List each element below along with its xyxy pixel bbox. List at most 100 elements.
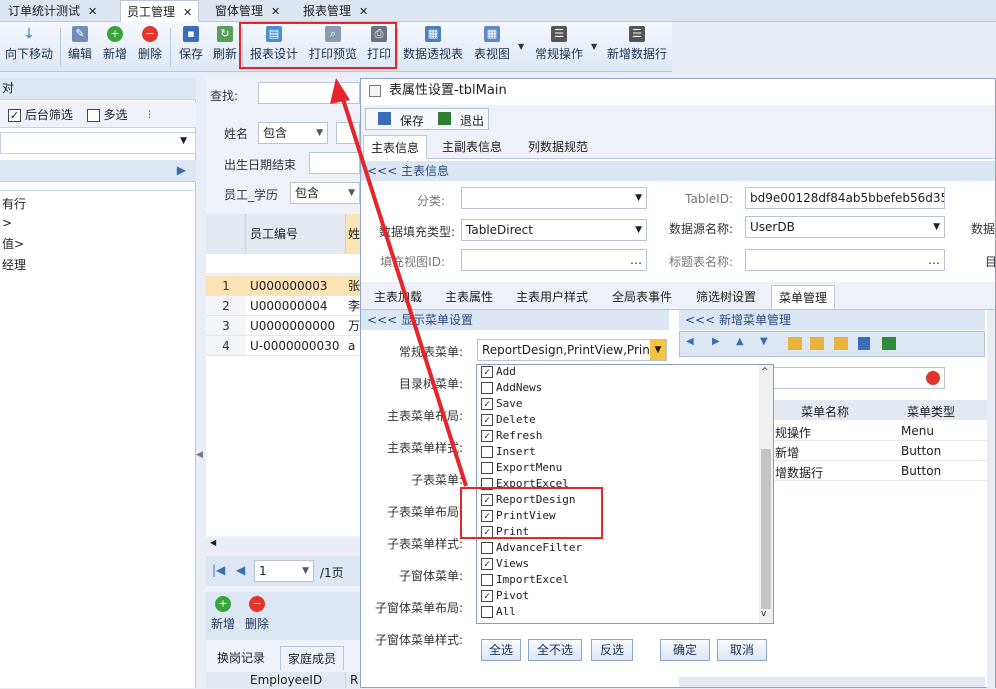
select-all-button[interactable]: 全选 xyxy=(481,639,521,661)
ellipsis-icon[interactable]: … xyxy=(928,250,940,270)
clear-icon[interactable] xyxy=(926,371,940,385)
item-checkbox[interactable]: ✓ xyxy=(481,414,493,426)
detail-delete-button[interactable]: − 删除 xyxy=(242,596,272,638)
column-header-employeeid[interactable]: EmployeeID xyxy=(246,672,346,688)
ellipsis-icon[interactable]: … xyxy=(630,250,642,270)
row-number[interactable]: 2 xyxy=(206,296,246,316)
tab-transfer-record[interactable]: 换岗记录 xyxy=(210,646,272,670)
list-item[interactable]: ImportExcel xyxy=(481,572,569,588)
move-up-icon[interactable]: ▲ xyxy=(736,336,744,347)
tab-report-management[interactable]: 报表管理 ✕ xyxy=(297,0,374,22)
detail-add-button[interactable]: + 新增 xyxy=(208,596,238,638)
item-checkbox[interactable]: ✓ xyxy=(481,590,493,602)
title-table-field[interactable]: … xyxy=(745,249,945,271)
invert-selection-button[interactable]: 反选 xyxy=(591,639,633,661)
refresh-button[interactable]: ↻ 刷新 xyxy=(211,26,239,68)
list-item[interactable]: ✓ Views xyxy=(481,556,529,572)
first-page-icon[interactable]: |◀ xyxy=(212,563,225,577)
item-checkbox[interactable] xyxy=(481,382,493,394)
horizontal-scrollbar[interactable]: ◀ xyxy=(206,538,360,552)
list-item[interactable]: ✓ Delete xyxy=(481,412,536,428)
tab-main-user-style[interactable]: 主表用户样式 xyxy=(509,285,595,309)
table-row[interactable]: 增数据行 Button xyxy=(771,461,995,481)
chevron-down-icon[interactable]: ▼ xyxy=(650,340,666,360)
tab-form-management[interactable]: 窗体管理 ✕ xyxy=(209,0,286,22)
edit-button[interactable]: ✎ 编辑 xyxy=(66,26,94,68)
list-item[interactable]: Insert xyxy=(481,444,536,460)
list-scrollbar[interactable]: ^ v xyxy=(759,365,773,623)
folder-tree-icon[interactable] xyxy=(810,337,824,350)
item-checkbox[interactable]: ✓ xyxy=(481,430,493,442)
tableid-field[interactable]: bd9e00128df84ab5bbefeb56d358 xyxy=(745,187,945,209)
move-down-button[interactable]: ↓ 向下移动 xyxy=(4,26,54,68)
item-checkbox[interactable]: ✓ xyxy=(481,558,493,570)
list-item[interactable]: ✓ Add xyxy=(481,364,516,380)
page-number-select[interactable]: 1 ▼ xyxy=(254,560,314,582)
tab-order-stats[interactable]: 订单统计测试 ✕ xyxy=(2,0,103,22)
add-data-row-button[interactable]: ☰ 新增数据行 xyxy=(606,26,668,68)
list-item[interactable]: All xyxy=(481,604,516,620)
column-header-menu-type[interactable]: 菜单类型 xyxy=(907,403,955,420)
table-row[interactable]: 新增 Button xyxy=(771,441,995,461)
item-checkbox[interactable] xyxy=(481,542,493,554)
multi-select-checkbox[interactable] xyxy=(86,109,100,122)
column-header-r[interactable]: R xyxy=(346,672,360,688)
close-icon[interactable]: ✕ xyxy=(88,5,97,18)
first-icon[interactable]: ◀ xyxy=(686,336,694,347)
list-item[interactable]: ExportMenu xyxy=(481,460,562,476)
tree-item[interactable]: 经理 xyxy=(2,256,26,273)
chevron-up-icon[interactable]: ^ xyxy=(761,367,769,377)
cancel-button[interactable]: 取消 xyxy=(717,639,767,661)
item-checkbox[interactable] xyxy=(481,574,493,586)
move-down-icon[interactable]: ▼ xyxy=(760,336,768,347)
list-item[interactable]: ✓ Pivot xyxy=(481,588,529,604)
fill-type-select[interactable]: TableDirect ▼ xyxy=(461,219,647,241)
item-checkbox[interactable] xyxy=(481,446,493,458)
vertical-scrollbar[interactable] xyxy=(987,310,995,689)
chevron-down-icon[interactable]: v xyxy=(761,609,766,619)
close-icon[interactable]: ✕ xyxy=(183,6,192,19)
export-excel-icon[interactable] xyxy=(882,337,896,350)
table-row[interactable]: 规操作 Menu xyxy=(771,421,995,441)
save-icon[interactable] xyxy=(858,337,870,350)
save-button[interactable]: ▪ 保存 xyxy=(177,26,205,68)
column-header-menu-name[interactable]: 菜单名称 xyxy=(801,403,849,420)
tab-global-events[interactable]: 全局表事件 xyxy=(605,285,679,309)
menu-search-field[interactable] xyxy=(757,367,945,389)
tree-item[interactable]: > xyxy=(2,216,12,230)
fill-view-field[interactable]: … xyxy=(461,249,647,271)
select-none-button[interactable]: 全不选 xyxy=(528,639,582,661)
pivot-table-button[interactable]: ▦ 数据透视表 xyxy=(402,26,464,68)
tree-item[interactable]: 有行 xyxy=(2,195,26,212)
list-item[interactable]: ✓ Save xyxy=(481,396,523,412)
prev-page-icon[interactable]: ◀ xyxy=(236,563,245,577)
close-icon[interactable]: ✕ xyxy=(359,5,368,18)
horizontal-scrollbar[interactable] xyxy=(679,677,985,687)
common-operations-button[interactable]: ☰ 常规操作 xyxy=(533,26,585,68)
category-select[interactable]: ▼ xyxy=(461,187,647,209)
ok-button[interactable]: 确定 xyxy=(660,639,710,661)
scroll-left-icon[interactable]: ◀ xyxy=(210,538,216,547)
chevron-down-icon[interactable]: ▼ xyxy=(518,42,524,51)
name-operator-select[interactable]: 包含 ▼ xyxy=(258,122,328,144)
tab-employee-management[interactable]: 员工管理 ✕ xyxy=(120,0,200,22)
chevron-right-icon[interactable]: ▶ xyxy=(177,163,186,177)
scrollbar-thumb[interactable] xyxy=(761,449,771,609)
add-button[interactable]: + 新增 xyxy=(101,26,129,68)
list-item[interactable]: ✓ Refresh xyxy=(481,428,542,444)
tree-filter-combo[interactable]: ▼ xyxy=(0,132,196,154)
item-checkbox[interactable]: ✓ xyxy=(481,366,493,378)
bg-filter-checkbox[interactable]: ✓ xyxy=(8,109,21,122)
item-checkbox[interactable] xyxy=(481,462,493,474)
delete-button[interactable]: − 删除 xyxy=(136,26,164,68)
table-view-button[interactable]: ▦ 表视图 xyxy=(472,26,512,68)
splitter[interactable]: ◀ xyxy=(196,78,206,688)
folder-delete-icon[interactable] xyxy=(834,337,848,350)
new-menu-section-header[interactable]: <<< 新增菜单管理 xyxy=(679,310,985,330)
tab-menu-management[interactable]: 菜单管理 xyxy=(771,285,836,309)
tree-item[interactable]: 值> xyxy=(2,235,24,252)
tab-filter-tree[interactable]: 筛选树设置 xyxy=(689,285,763,309)
item-checkbox[interactable] xyxy=(481,606,493,618)
next-icon[interactable]: ▶ xyxy=(712,336,720,347)
overflow-icon[interactable]: ⋮ xyxy=(145,102,154,128)
